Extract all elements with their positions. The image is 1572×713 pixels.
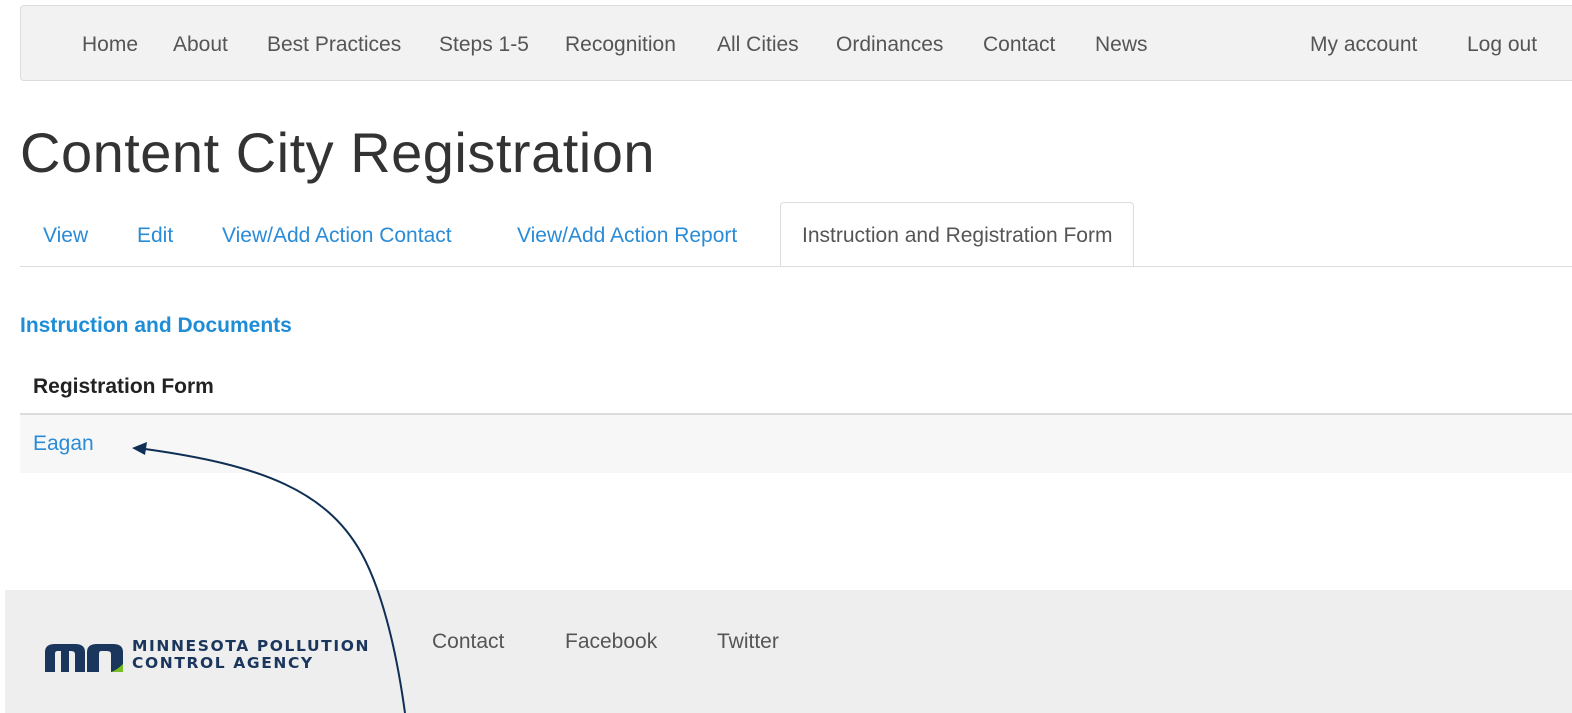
logo-line-1: MINNESOTA POLLUTION: [132, 637, 371, 655]
logo-line-2: CONTROL AGENCY: [132, 654, 314, 672]
footer: MINNESOTA POLLUTION CONTROL AGENCY Conta…: [5, 590, 1572, 713]
nav-contact[interactable]: Contact: [983, 6, 1055, 82]
table-header: Registration Form: [20, 362, 1572, 415]
page-title: Content City Registration: [20, 121, 656, 184]
tab-view-add-action-report[interactable]: View/Add Action Report: [517, 203, 737, 267]
nav-ordinances[interactable]: Ordinances: [836, 6, 943, 82]
tab-view[interactable]: View: [43, 203, 88, 267]
nav-best-practices[interactable]: Best Practices: [267, 6, 401, 82]
registration-table: Registration Form Eagan: [20, 362, 1572, 473]
tab-instruction-and-registration-form[interactable]: Instruction and Registration Form: [780, 202, 1135, 267]
nav-about[interactable]: About: [173, 6, 228, 82]
table-row: Eagan: [20, 415, 1572, 473]
footer-link-facebook[interactable]: Facebook: [565, 630, 657, 654]
tab-edit[interactable]: Edit: [137, 203, 173, 267]
top-navigation-bar: Home About Best Practices Steps 1-5 Reco…: [20, 5, 1572, 81]
nav-log-out[interactable]: Log out: [1467, 6, 1537, 82]
nav-all-cities[interactable]: All Cities: [717, 6, 799, 82]
nav-steps[interactable]: Steps 1-5: [439, 6, 529, 82]
nav-recognition[interactable]: Recognition: [565, 6, 676, 82]
registration-link-eagan[interactable]: Eagan: [33, 432, 94, 455]
mn-logo-icon: [45, 644, 123, 672]
tabs-divider: [20, 266, 1572, 267]
tab-view-add-action-contact[interactable]: View/Add Action Contact: [222, 203, 452, 267]
footer-link-twitter[interactable]: Twitter: [717, 630, 779, 654]
footer-link-contact[interactable]: Contact: [432, 630, 504, 654]
mpca-logo[interactable]: MINNESOTA POLLUTION CONTROL AGENCY: [45, 638, 385, 678]
nav-my-account[interactable]: My account: [1310, 6, 1417, 82]
section-heading: Instruction and Documents: [20, 314, 292, 337]
nav-home[interactable]: Home: [82, 6, 138, 82]
nav-news[interactable]: News: [1095, 6, 1148, 82]
logo-text: MINNESOTA POLLUTION CONTROL AGENCY: [132, 638, 370, 672]
